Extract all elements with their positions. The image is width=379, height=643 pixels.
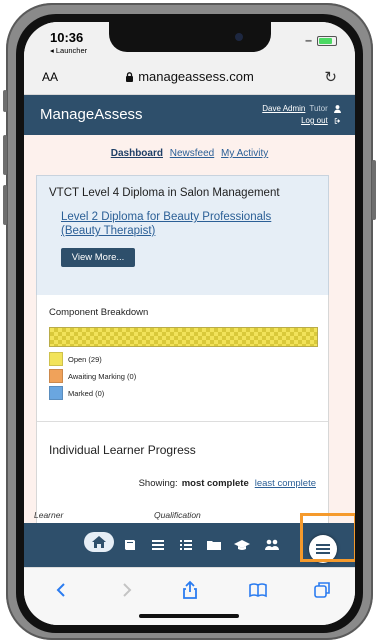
- phone-screen: 10:36 ◂ Launcher ▪▪▪▪ AA manageassess.co…: [24, 22, 355, 625]
- component-breakdown-title: Component Breakdown: [49, 307, 149, 318]
- signal-icon: ▪▪▪▪: [305, 38, 312, 45]
- column-learner: Learner: [34, 510, 64, 520]
- status-time: 10:36: [50, 30, 84, 45]
- legend-awaiting-marking: Awaiting Marking (0): [49, 369, 136, 383]
- sort-most-complete[interactable]: most complete: [182, 478, 249, 489]
- page-content: Dashboard Newsfeed My Activity VTCT Leve…: [24, 135, 355, 523]
- divider: [37, 421, 328, 422]
- user-role: Tutor: [309, 104, 328, 113]
- breakdown-legend: Open (29) Awaiting Marking (0) Marked (0…: [49, 352, 136, 403]
- tabs-icon[interactable]: [312, 580, 332, 600]
- highlight-box: [300, 513, 355, 562]
- column-qualification: Qualification: [154, 510, 201, 520]
- bookmarks-icon[interactable]: [248, 580, 268, 600]
- learner-progress-title: Individual Learner Progress: [49, 443, 196, 457]
- users-icon[interactable]: [264, 537, 280, 553]
- volume-up-button: [3, 135, 7, 175]
- battery-icon: [317, 36, 337, 46]
- sort-least-complete-link[interactable]: least complete: [255, 478, 316, 489]
- ordered-list-icon[interactable]: [178, 537, 194, 553]
- legend-marked: Marked (0): [49, 386, 136, 400]
- folder-icon[interactable]: [206, 537, 222, 553]
- dashboard-tabs: Dashboard Newsfeed My Activity: [24, 148, 355, 159]
- list-icon[interactable]: [150, 537, 166, 553]
- browser-address-bar[interactable]: AA manageassess.com ↻: [24, 62, 355, 95]
- mute-switch: [3, 90, 7, 112]
- back-icon[interactable]: [52, 580, 72, 600]
- lock-icon: [126, 72, 134, 82]
- home-indicator: [139, 614, 239, 618]
- volume-down-button: [3, 185, 7, 225]
- back-to-launcher[interactable]: ◂ Launcher: [50, 46, 87, 55]
- view-more-button[interactable]: View More...: [61, 248, 135, 267]
- notch: [109, 22, 271, 52]
- qualification-card: VTCT Level 4 Diploma in Salon Management…: [36, 175, 329, 296]
- legend-swatch-open: [49, 352, 63, 366]
- sort-selector: Showing: most complete least complete: [139, 478, 316, 489]
- graduation-cap-icon[interactable]: [234, 537, 250, 553]
- legend-open: Open (29): [49, 352, 136, 366]
- brand-logo[interactable]: ManageAssess: [40, 106, 143, 123]
- breakdown-card: Component Breakdown Open (29) Awaiting M…: [34, 295, 329, 523]
- qualification-link[interactable]: Level 2 Diploma for Beauty Professionals…: [61, 210, 311, 238]
- tab-dashboard[interactable]: Dashboard: [111, 148, 163, 159]
- logout-link[interactable]: Log out: [301, 116, 328, 125]
- legend-swatch-awaiting: [49, 369, 63, 383]
- share-icon[interactable]: [180, 580, 200, 600]
- legend-swatch-marked: [49, 386, 63, 400]
- browser-toolbar: [24, 567, 355, 625]
- forward-icon[interactable]: [116, 580, 136, 600]
- home-icon[interactable]: [91, 534, 107, 550]
- camera-icon: [235, 33, 243, 41]
- url-field[interactable]: manageassess.com: [24, 69, 355, 84]
- showing-label: Showing:: [138, 478, 178, 489]
- reload-icon[interactable]: ↻: [324, 68, 337, 86]
- qualification-title: VTCT Level 4 Diploma in Salon Management: [49, 187, 280, 199]
- user-icon: [334, 105, 341, 113]
- component-breakdown-bar: [49, 327, 318, 347]
- tab-my-activity[interactable]: My Activity: [221, 148, 268, 159]
- logout-icon: [334, 118, 341, 124]
- power-button: [372, 160, 376, 220]
- user-area: Dave Admin Tutor Log out: [262, 103, 341, 127]
- book-icon[interactable]: [122, 537, 138, 553]
- url-text: manageassess.com: [138, 69, 254, 84]
- tab-newsfeed[interactable]: Newsfeed: [170, 148, 214, 159]
- app-header: ManageAssess Dave Admin Tutor Log out: [24, 95, 355, 135]
- user-name-link[interactable]: Dave Admin: [262, 104, 305, 113]
